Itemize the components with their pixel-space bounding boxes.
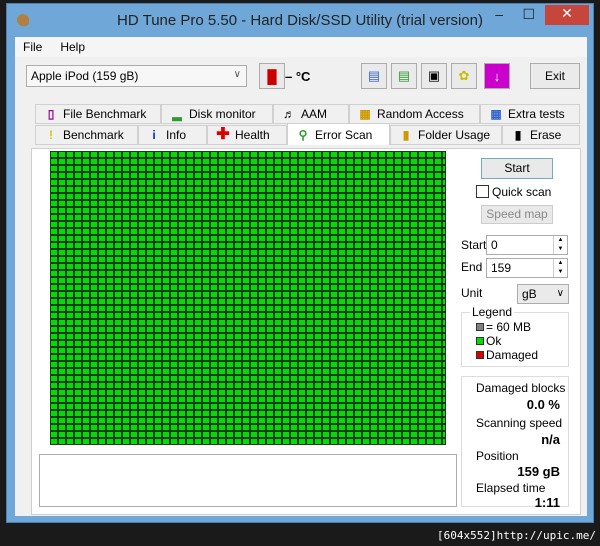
tab-error-scan[interactable]: ⚲ Error Scan	[287, 123, 390, 145]
exclamation-icon: !	[49, 128, 53, 142]
damaged-blocks-value: 0.0 %	[526, 397, 560, 412]
image-host-watermark: [604x552]http://upic.me/	[437, 529, 596, 542]
start-label: Start	[461, 238, 487, 252]
damaged-blocks-label: Damaged blocks	[476, 381, 566, 395]
tab-disk-monitor[interactable]: ▂ Disk monitor	[161, 104, 273, 124]
health-cross-icon: ✚	[216, 126, 230, 143]
end-input[interactable]: 159 ▲ ▼	[486, 258, 568, 278]
screenshot-camera-icon[interactable]: ▣	[421, 63, 447, 89]
legend-box: Legend = 60 MB Ok Damaged	[461, 305, 569, 367]
end-spinner[interactable]: ▲ ▼	[553, 259, 567, 277]
end-label: End	[461, 260, 483, 274]
window-title: HD Tune Pro 5.50 - Hard Disk/SSD Utility…	[117, 12, 483, 29]
options-icon[interactable]: ✿	[451, 63, 477, 89]
file-benchmark-icon: ▯	[47, 107, 55, 121]
disk-monitor-icon: ▂	[172, 107, 182, 121]
tab-random-access[interactable]: ▦ Random Access	[349, 104, 480, 124]
thermometer-icon[interactable]: █	[259, 63, 285, 89]
position-value: 159 gB	[517, 464, 560, 479]
scanning-speed-label: Scanning speed	[476, 416, 563, 430]
tab-extra-tests[interactable]: ▦ Extra tests	[480, 104, 580, 124]
start-spinner[interactable]: ▲ ▼	[553, 236, 567, 254]
tab-file-benchmark[interactable]: ▯ File Benchmark	[35, 104, 161, 124]
extra-tests-icon: ▦	[490, 107, 502, 121]
block-map-grid	[50, 151, 446, 445]
legend-ok: Ok	[476, 334, 501, 348]
random-access-icon: ▦	[359, 107, 371, 121]
elapsed-time-value: 1:11	[534, 495, 560, 510]
elapsed-time-label: Elapsed time	[476, 481, 546, 495]
tab-aam[interactable]: ♬ AAM	[273, 104, 349, 124]
magnifier-icon: ⚲	[298, 127, 308, 142]
log-area	[39, 454, 457, 507]
legend-damaged: Damaged	[476, 348, 538, 362]
quick-scan-checkbox[interactable]: Quick scan	[476, 185, 551, 199]
error-scan-panel: Start Quick scan Speed map Start 0 ▲ ▼ End…	[31, 148, 581, 515]
trash-icon: ▮	[514, 128, 522, 142]
app-icon	[17, 14, 29, 26]
menu-help[interactable]: Help	[60, 40, 85, 54]
temperature-readout: – °C	[285, 69, 311, 84]
chevron-down-icon: ∨	[556, 288, 564, 299]
chevron-down-icon: ∨	[233, 69, 241, 80]
speed-map-button[interactable]: Speed map	[481, 205, 553, 224]
position-label: Position	[476, 449, 519, 463]
exit-button[interactable]: Exit	[530, 63, 580, 89]
tab-row-bottom: ! Benchmark i Info ✚ Health ⚲ Error Scan ▮ Fo…	[35, 123, 580, 145]
save-download-icon[interactable]: ↓	[484, 63, 510, 89]
menu-file[interactable]: File	[23, 40, 42, 54]
main-body: Apple iPod (159 gB) ∨ █ – °C ▤ ▤ ▣ ✿ ↓ Ex…	[15, 57, 587, 516]
drive-select[interactable]: Apple iPod (159 gB) ∨	[26, 65, 247, 87]
maximize-button[interactable]: ☐	[522, 6, 535, 26]
title-bar: HD Tune Pro 5.50 - Hard Disk/SSD Utility…	[7, 4, 593, 37]
legend-title: Legend	[470, 305, 515, 319]
tab-row-top: ▯ File Benchmark ▂ Disk monitor ♬ AAM ▦ Rand…	[35, 104, 580, 124]
tab-folder-usage[interactable]: ▮ Folder Usage	[390, 125, 502, 145]
start-button[interactable]: Start	[481, 158, 553, 179]
tab-benchmark[interactable]: ! Benchmark	[35, 125, 138, 145]
copy-all-icon[interactable]: ▤	[391, 63, 417, 89]
info-icon: i	[152, 128, 156, 142]
scanning-speed-value: n/a	[541, 432, 560, 447]
stats-box: Damaged blocks 0.0 % Scanning speed n/a …	[461, 376, 569, 510]
menu-bar: File Help	[15, 37, 587, 57]
speaker-icon: ♬	[283, 107, 295, 121]
drive-value: Apple iPod (159 gB)	[31, 69, 139, 83]
close-button[interactable]: ✕	[545, 5, 589, 25]
copy-info-icon[interactable]: ▤	[361, 63, 387, 89]
app-window: HD Tune Pro 5.50 - Hard Disk/SSD Utility…	[6, 3, 594, 523]
tab-erase[interactable]: ▮ Erase	[502, 125, 580, 145]
start-input[interactable]: 0 ▲ ▼	[486, 235, 568, 255]
unit-label: Unit	[461, 286, 483, 300]
unit-select[interactable]: gB ∨	[517, 284, 569, 304]
legend-block-size: = 60 MB	[476, 320, 531, 334]
minimize-button[interactable]: –	[495, 6, 503, 26]
tab-health[interactable]: ✚ Health	[207, 125, 287, 145]
tab-info[interactable]: i Info	[138, 125, 207, 145]
folder-icon: ▮	[402, 128, 410, 142]
